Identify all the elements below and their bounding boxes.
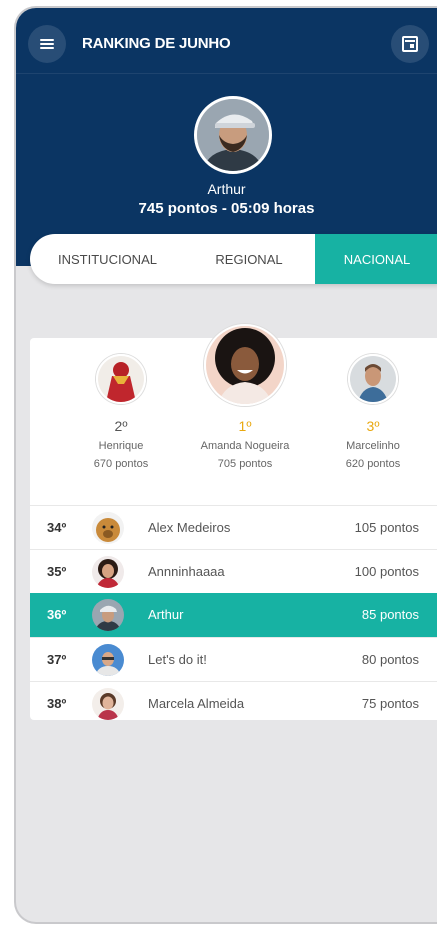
ranking-card: 2º Henrique 670 pontos 1º Amanda Nogueir… xyxy=(30,324,437,720)
row-position: 35º xyxy=(47,564,67,579)
menu-button[interactable] xyxy=(28,25,66,63)
second-place-position: 2º xyxy=(114,418,128,434)
header: RANKING DE JUNHO Arthur 745 pontos - 05:… xyxy=(16,8,437,266)
ranking-row[interactable]: 34º Alex Medeiros 105 pontos xyxy=(30,505,437,549)
menu-icon xyxy=(40,39,54,49)
user-stats: 745 pontos - 05:09 horas xyxy=(138,200,315,217)
tab-regional[interactable]: REGIONAL xyxy=(185,234,313,284)
row-points: 100 pontos xyxy=(354,564,419,579)
calendar-button[interactable] xyxy=(391,25,429,63)
row-position: 38º xyxy=(47,696,67,711)
row-avatar xyxy=(92,599,124,631)
row-avatar xyxy=(92,512,124,544)
row-position: 37º xyxy=(47,652,67,667)
app-screen: RANKING DE JUNHO Arthur 745 pontos - 05:… xyxy=(14,6,437,924)
ranking-row[interactable]: 37º Let's do it! 80 pontos xyxy=(30,637,437,681)
top-bar: RANKING DE JUNHO xyxy=(16,8,437,74)
row-points: 105 pontos xyxy=(354,520,419,535)
ranking-row[interactable]: 35º Annninhaaaa 100 pontos xyxy=(30,549,437,593)
row-avatar xyxy=(92,644,124,676)
row-position: 34º xyxy=(47,520,67,535)
calendar-icon xyxy=(402,36,418,52)
row-position: 36º xyxy=(47,607,67,622)
third-place-name: Marcelinho xyxy=(346,440,400,452)
page-title: RANKING DE JUNHO xyxy=(82,35,231,52)
first-place-name: Amanda Nogueira xyxy=(200,440,290,452)
first-place-position: 1º xyxy=(238,418,252,434)
first-place-avatar[interactable] xyxy=(204,324,286,406)
row-name: Marcela Almeida xyxy=(148,696,245,711)
third-place-position: 3º xyxy=(366,418,380,434)
row-avatar xyxy=(92,688,124,720)
first-place-points: 705 pontos xyxy=(217,458,273,470)
third-place-points: 620 pontos xyxy=(345,458,401,470)
user-name: Arthur xyxy=(207,181,246,197)
ranking-row-current-user[interactable]: 36º Arthur 85 pontos xyxy=(30,593,437,637)
row-avatar xyxy=(92,556,124,588)
second-place-points: 670 pontos xyxy=(93,458,149,470)
row-points: 85 pontos xyxy=(361,607,419,622)
tab-institucional[interactable]: INSTITUCIONAL xyxy=(30,234,185,284)
tab-nacional[interactable]: NACIONAL xyxy=(315,234,437,284)
second-place-avatar[interactable] xyxy=(96,354,146,404)
second-place-name: Henrique xyxy=(98,440,144,452)
row-points: 80 pontos xyxy=(361,652,419,667)
ranking-row[interactable]: 38º Marcela Almeida 75 pontos xyxy=(30,681,437,725)
row-name: Let's do it! xyxy=(148,652,207,667)
row-name: Alex Medeiros xyxy=(148,520,231,535)
third-place-avatar[interactable] xyxy=(348,354,398,404)
user-avatar[interactable] xyxy=(194,96,272,174)
row-points: 75 pontos xyxy=(361,696,419,711)
ranking-tabs: INSTITUCIONAL REGIONAL NACIONAL xyxy=(30,234,437,284)
row-name: Arthur xyxy=(148,607,184,622)
row-name: Annninhaaaa xyxy=(148,564,225,579)
